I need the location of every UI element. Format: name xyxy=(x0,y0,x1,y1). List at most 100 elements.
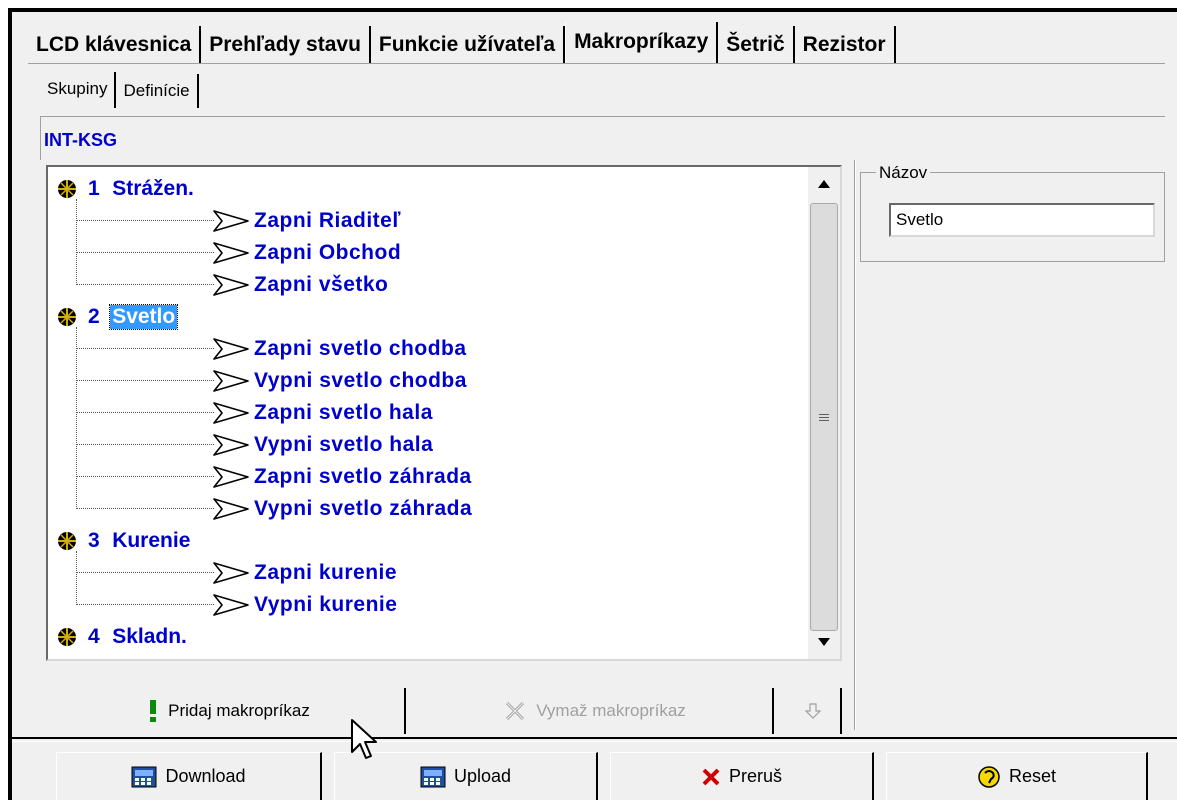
macro-item-label: Zapni Obchod xyxy=(254,241,402,264)
macro-arrow-icon xyxy=(213,466,249,488)
macro-item[interactable]: Zapni kurenie xyxy=(48,557,808,589)
macro-arrow-icon xyxy=(213,434,249,456)
macro-item[interactable]: Zapni svetlo hala xyxy=(48,397,808,429)
delete-x-icon xyxy=(504,700,526,722)
red-x-icon xyxy=(701,767,721,787)
macro-item-label: Vypni svetlo záhrada xyxy=(254,497,473,520)
tree-group[interactable]: 1 Strážen. xyxy=(48,173,196,205)
scroll-thumb[interactable] xyxy=(810,203,838,631)
group-bullet-icon xyxy=(58,628,76,646)
group-bullet-icon xyxy=(58,532,76,550)
tree-connector xyxy=(76,252,214,253)
bottom-divider xyxy=(12,737,1177,739)
scroll-up-arrow-icon xyxy=(818,180,830,188)
tab-bar-divider xyxy=(28,63,1165,64)
macro-item-label: Zapni svetlo záhrada xyxy=(254,465,472,488)
tree-group[interactable]: 4 Skladn. xyxy=(48,621,189,653)
reset-button[interactable]: Reset xyxy=(886,752,1148,800)
exclamation-icon xyxy=(148,700,158,722)
group-number: 3 xyxy=(88,529,101,552)
tree-connector xyxy=(76,220,214,221)
macro-tree-view[interactable]: 1 Strážen. Zapni Riaditeľ Zapni Obchod Zapni… xyxy=(46,165,842,661)
tab-macros[interactable]: Makropríkazy xyxy=(565,22,719,64)
macro-item-label: Vypni svetlo chodba xyxy=(254,369,467,392)
tab-status-overview[interactable]: Prehľady stavu xyxy=(201,26,371,64)
macro-arrow-icon xyxy=(213,370,249,392)
macro-item[interactable]: Zapni všetko xyxy=(48,269,808,301)
macro-item[interactable]: Vypni kurenie xyxy=(48,589,808,621)
macro-item[interactable]: Zapni Obchod xyxy=(48,237,808,269)
macro-item[interactable]: Zapni Riaditeľ xyxy=(48,205,808,237)
macro-item-label: Zapni kurenie xyxy=(254,561,398,584)
macro-item-label: Vypni svetlo hala xyxy=(254,433,434,456)
macro-arrow-icon xyxy=(213,498,249,520)
tab-lcd-keypad[interactable]: LCD klávesnica xyxy=(28,26,202,64)
macro-item-label: Zapni svetlo hala xyxy=(254,401,433,424)
tree-connector xyxy=(76,476,214,477)
scroll-up-button[interactable] xyxy=(808,167,840,201)
abort-label: Preruš xyxy=(728,766,782,786)
add-macro-label: Pridaj makropríkaz xyxy=(168,701,310,720)
scroll-grip-icon xyxy=(819,412,829,423)
reset-label: Reset xyxy=(1008,766,1057,786)
macro-item-label: Zapni Riaditeľ xyxy=(254,209,401,232)
upload-icon xyxy=(420,766,446,788)
tree-connector xyxy=(76,380,214,381)
macro-arrow-icon xyxy=(213,594,249,616)
upload-label: Upload xyxy=(453,766,512,786)
tab-screensaver[interactable]: Šetrič xyxy=(718,26,795,64)
group-name[interactable]: Kurenie xyxy=(110,529,192,553)
tree-scrollbar[interactable] xyxy=(808,167,840,659)
group-number: 2 xyxy=(88,305,101,328)
abort-button[interactable]: Preruš xyxy=(610,752,874,800)
tree-group[interactable]: 3 Kurenie xyxy=(48,525,192,557)
macro-arrow-icon xyxy=(213,402,249,424)
group-name[interactable]: Strážen. xyxy=(110,177,196,201)
tree-connector xyxy=(76,444,214,445)
reset-icon xyxy=(977,765,1001,789)
tree-group[interactable]: 2 Svetlo xyxy=(48,301,179,333)
tab-groups[interactable]: Skupiny xyxy=(40,72,117,108)
macro-arrow-icon xyxy=(213,338,249,360)
macro-item-label: Vypni kurenie xyxy=(254,593,398,616)
macro-item[interactable]: Zapni svetlo chodba xyxy=(48,333,808,365)
scroll-down-button[interactable] xyxy=(808,625,840,659)
tab-resistor[interactable]: Rezistor xyxy=(794,26,896,64)
group-bullet-icon xyxy=(58,308,76,326)
macro-item-label: Zapni všetko xyxy=(254,273,389,296)
tree-connector xyxy=(76,284,214,285)
macro-arrow-icon xyxy=(213,562,249,584)
scroll-down-arrow-icon xyxy=(818,638,830,646)
mouse-cursor-icon xyxy=(351,719,377,759)
macro-arrow-icon xyxy=(213,242,249,264)
delete-macro-label: Vymaž makropríkaz xyxy=(536,701,686,720)
macro-item[interactable]: Vypni svetlo hala xyxy=(48,429,808,461)
tree-connector xyxy=(76,412,214,413)
arrow-down-icon xyxy=(805,703,821,719)
tree-connector xyxy=(76,572,214,573)
move-down-button[interactable] xyxy=(786,688,842,734)
macro-arrow-icon xyxy=(213,274,249,296)
tab-definitions[interactable]: Definície xyxy=(116,74,199,108)
name-input[interactable]: Svetlo xyxy=(889,203,1155,237)
group-number: 1 xyxy=(88,177,101,200)
delete-macro-button[interactable]: Vymaž makropríkaz xyxy=(418,688,774,734)
download-label: Download xyxy=(165,766,246,786)
macro-item-label: Zapni svetlo chodba xyxy=(254,337,467,360)
macro-item[interactable]: Zapni svetlo záhrada xyxy=(48,461,808,493)
panel-divider xyxy=(854,160,856,730)
name-label: Názov xyxy=(876,163,931,183)
tab-user-functions[interactable]: Funkcie užívateľa xyxy=(370,26,566,64)
group-name[interactable]: Skladn. xyxy=(110,625,189,649)
sub-tab-bar: Skupiny Definície xyxy=(40,72,199,108)
macro-item[interactable]: Vypni svetlo chodba xyxy=(48,365,808,397)
group-name[interactable]: Svetlo xyxy=(109,304,179,330)
group-number: 4 xyxy=(88,625,101,648)
download-icon xyxy=(131,766,157,788)
main-tab-bar: LCD klávesnica Prehľady stavu Funkcie už… xyxy=(28,22,896,64)
panel-title: INT-KSG xyxy=(44,130,118,150)
download-button[interactable]: Download xyxy=(56,752,322,800)
macro-arrow-icon xyxy=(213,210,249,232)
tree-connector xyxy=(76,508,214,509)
macro-item[interactable]: Vypni svetlo záhrada xyxy=(48,493,808,525)
